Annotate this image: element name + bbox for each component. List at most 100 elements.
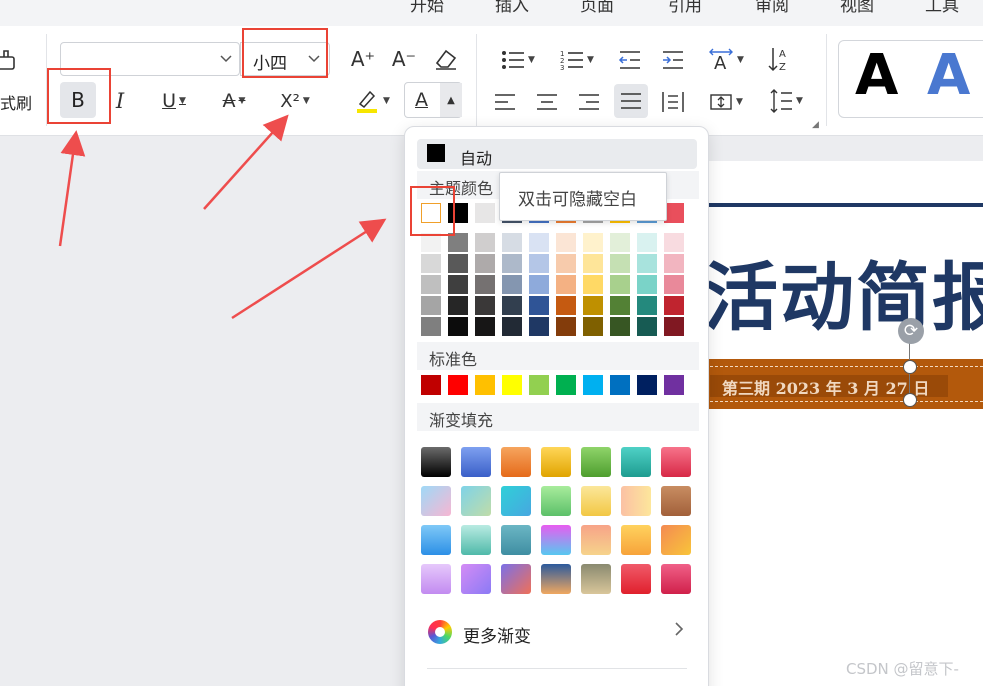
tab-insert[interactable]: 插入 (495, 0, 529, 16)
theme-shade-swatch[interactable] (529, 233, 549, 252)
theme-shade-swatch[interactable] (664, 233, 684, 252)
theme-shade-swatch[interactable] (502, 317, 522, 336)
theme-shade-swatch[interactable] (583, 296, 603, 315)
theme-shade-swatch[interactable] (475, 275, 495, 294)
theme-shade-swatch[interactable] (502, 296, 522, 315)
font-color-button[interactable]: A ▲ (404, 82, 462, 118)
tab-home[interactable]: 开始 (410, 0, 444, 16)
align-right-button[interactable] (576, 88, 602, 116)
vertical-align-button[interactable]: ▼ (704, 88, 748, 116)
theme-shade-swatch[interactable] (529, 296, 549, 315)
gradient-swatch[interactable] (581, 564, 611, 594)
style-gallery[interactable]: A A (838, 40, 983, 118)
theme-shade-swatch[interactable] (421, 275, 441, 294)
gradient-swatch[interactable] (661, 564, 691, 594)
theme-shade-swatch[interactable] (475, 317, 495, 336)
theme-shade-swatch[interactable] (556, 317, 576, 336)
tab-references[interactable]: 引用 (668, 0, 702, 16)
strikethrough-button[interactable]: A ▼ (212, 86, 256, 116)
gradient-swatch[interactable] (421, 486, 451, 516)
resize-handle-bottom[interactable] (903, 393, 917, 407)
gradient-swatch[interactable] (541, 447, 571, 477)
theme-shade-swatch[interactable] (556, 233, 576, 252)
clear-format-button[interactable] (432, 44, 460, 74)
theme-shade-swatch[interactable] (529, 317, 549, 336)
theme-shade-swatch[interactable] (610, 254, 630, 273)
increase-font-size-button[interactable]: A⁺ (350, 44, 376, 74)
standard-color-swatch[interactable] (502, 375, 522, 395)
gradient-swatch[interactable] (461, 564, 491, 594)
gradient-swatch[interactable] (501, 525, 531, 555)
tab-view[interactable]: 视图 (840, 0, 874, 16)
theme-shade-swatch[interactable] (475, 254, 495, 273)
gradient-swatch[interactable] (661, 447, 691, 477)
dialog-launcher-icon[interactable]: ◢ (812, 120, 819, 130)
theme-shade-swatch[interactable] (448, 317, 468, 336)
italic-button[interactable]: I (108, 86, 132, 116)
theme-shade-swatch[interactable] (637, 254, 657, 273)
standard-color-swatch[interactable] (475, 375, 495, 395)
theme-color-swatch[interactable] (664, 203, 684, 223)
theme-shade-swatch[interactable] (502, 233, 522, 252)
theme-shade-swatch[interactable] (664, 317, 684, 336)
standard-color-swatch[interactable] (610, 375, 630, 395)
gradient-swatch[interactable] (461, 486, 491, 516)
gradient-swatch[interactable] (621, 525, 651, 555)
gradient-swatch[interactable] (541, 564, 571, 594)
theme-shade-swatch[interactable] (556, 275, 576, 294)
theme-shade-swatch[interactable] (637, 296, 657, 315)
rotate-handle-icon[interactable]: ⟳ (898, 318, 924, 344)
standard-color-swatch[interactable] (583, 375, 603, 395)
gradient-swatch[interactable] (541, 486, 571, 516)
theme-shade-swatch[interactable] (610, 296, 630, 315)
tab-review[interactable]: 审阅 (755, 0, 789, 16)
format-painter-icon[interactable] (0, 46, 20, 76)
format-painter-label[interactable]: 式刷 (0, 90, 32, 114)
underline-button[interactable]: U ▼ (152, 86, 196, 116)
gradient-swatch[interactable] (501, 564, 531, 594)
theme-shade-swatch[interactable] (421, 317, 441, 336)
highlight-color-button[interactable]: ▼ (350, 86, 394, 116)
theme-shade-swatch[interactable] (529, 254, 549, 273)
theme-shade-swatch[interactable] (610, 233, 630, 252)
caret-up-icon[interactable]: ▲ (440, 83, 462, 117)
theme-color-swatch[interactable] (475, 203, 495, 223)
theme-shade-swatch[interactable] (475, 233, 495, 252)
style-preview-normal[interactable]: A (855, 43, 898, 108)
standard-color-swatch[interactable] (529, 375, 549, 395)
decrease-font-size-button[interactable]: A⁻ (391, 44, 417, 74)
theme-shade-swatch[interactable] (502, 254, 522, 273)
numbered-list-button[interactable]: 1 2 3 ▼ (555, 46, 599, 74)
gradient-swatch[interactable] (501, 486, 531, 516)
theme-shade-swatch[interactable] (502, 275, 522, 294)
gradient-swatch[interactable] (581, 447, 611, 477)
gradient-swatch[interactable] (541, 525, 571, 555)
theme-shade-swatch[interactable] (610, 275, 630, 294)
gradient-swatch[interactable] (501, 447, 531, 477)
gradient-swatch[interactable] (661, 525, 691, 555)
style-preview-heading[interactable]: A (927, 43, 970, 108)
auto-color-option[interactable]: 自动 (417, 139, 697, 169)
bullet-list-button[interactable]: ▼ (496, 46, 540, 74)
standard-color-swatch[interactable] (664, 375, 684, 395)
justify-button[interactable] (614, 84, 648, 118)
gradient-swatch[interactable] (621, 564, 651, 594)
distribute-button[interactable] (659, 88, 687, 116)
gradient-swatch[interactable] (581, 486, 611, 516)
resize-handle-top[interactable] (903, 360, 917, 374)
theme-shade-swatch[interactable] (421, 254, 441, 273)
standard-color-swatch[interactable] (637, 375, 657, 395)
theme-shade-swatch[interactable] (529, 275, 549, 294)
decrease-indent-button[interactable] (616, 46, 644, 74)
standard-color-swatch[interactable] (421, 375, 441, 395)
theme-shade-swatch[interactable] (637, 275, 657, 294)
line-spacing-button[interactable]: ▼ (764, 86, 808, 116)
gradient-swatch[interactable] (621, 486, 651, 516)
theme-shade-swatch[interactable] (610, 317, 630, 336)
text-direction-button[interactable]: A ▼ (704, 46, 748, 74)
theme-shade-swatch[interactable] (448, 275, 468, 294)
tab-tools[interactable]: 工具 (925, 0, 959, 16)
theme-shade-swatch[interactable] (421, 296, 441, 315)
increase-indent-button[interactable] (659, 46, 687, 74)
theme-shade-swatch[interactable] (448, 296, 468, 315)
